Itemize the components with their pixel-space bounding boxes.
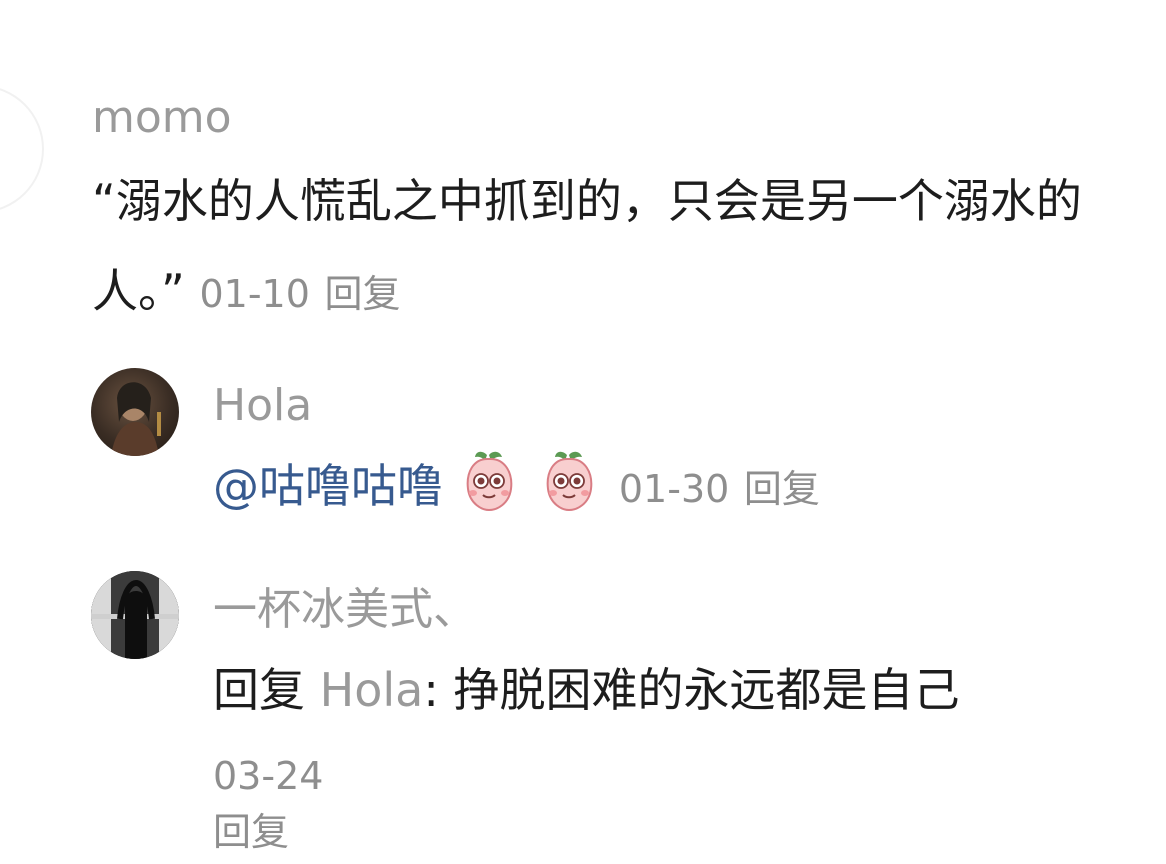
reply-username[interactable]: Hola	[213, 384, 312, 428]
comment-thread: { "comments": [ { "username": "momo", "t…	[0, 0, 1166, 854]
reply-button[interactable]: 回复	[213, 810, 289, 854]
reply-body: @咕噜咕噜 01-30 回复	[213, 441, 1113, 534]
reply-prefix: 回复	[213, 663, 305, 717]
reply-target-username[interactable]: Hola	[320, 663, 424, 717]
portrait-icon	[111, 382, 161, 456]
comment-date: 01-10	[199, 272, 310, 316]
blushing-peach-emoji-icon	[538, 450, 600, 512]
blushing-peach-emoji-icon	[458, 450, 520, 512]
comment-body: “溺水的人慌乱之中抓到的，只会是另一个溺水的人。” 01-10 回复	[92, 156, 1142, 339]
avatar[interactable]	[0, 85, 44, 213]
reply-separator: :	[423, 663, 439, 717]
reply-username[interactable]: 一杯冰美式、	[213, 588, 477, 632]
reply-date: 03-24	[213, 754, 324, 798]
mention-link[interactable]: @咕噜咕噜	[213, 459, 443, 513]
reply-date: 01-30	[618, 467, 730, 511]
avatar[interactable]	[91, 368, 179, 456]
reply-text: 挣脱困难的永远都是自己	[453, 663, 960, 717]
reply-body: 回复 Hola: 挣脱困难的永远都是自己	[213, 645, 1113, 735]
dark-silhouette-icon	[91, 571, 179, 659]
reply-meta: 03-24 回复	[213, 752, 323, 864]
reply-button[interactable]: 回复	[325, 272, 401, 316]
avatar[interactable]	[91, 571, 179, 659]
reply-button[interactable]: 回复	[744, 467, 820, 511]
comment-username[interactable]: momo	[92, 96, 232, 140]
orange-triangle-icon	[0, 85, 44, 213]
